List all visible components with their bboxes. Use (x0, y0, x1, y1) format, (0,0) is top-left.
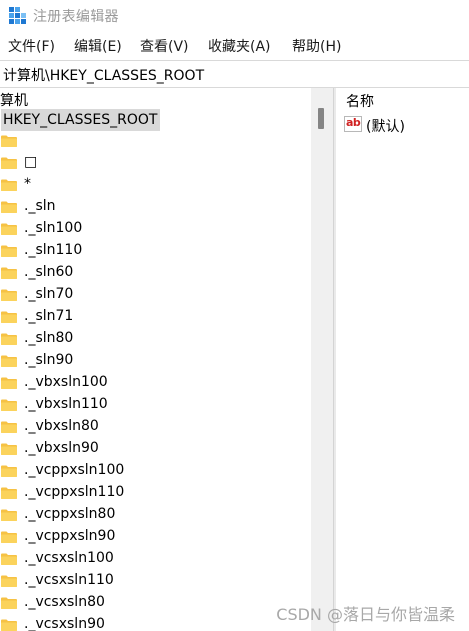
tree-item-label: ._sln71 (24, 308, 74, 324)
value-row[interactable]: ab (默认) (344, 115, 464, 135)
tree-item-label: ._sln (24, 198, 56, 214)
folder-icon (1, 179, 17, 191)
tree-item[interactable]: * (0, 175, 311, 195)
folder-icon (1, 487, 17, 499)
tree-item[interactable]: ._vcsxsln110 (0, 571, 311, 591)
folder-icon (1, 575, 17, 587)
folder-icon (1, 421, 17, 433)
folder-icon (1, 223, 17, 235)
folder-icon (1, 355, 17, 367)
tree-item[interactable]: ._vbxsln100 (0, 373, 311, 393)
folder-icon (1, 245, 17, 257)
tree-item[interactable]: ._vcppxsln100 (0, 461, 311, 481)
folder-icon (1, 553, 17, 565)
value-name: (默认) (366, 119, 405, 135)
folder-icon (1, 377, 17, 389)
tree-item[interactable]: ._vbxsln80 (0, 417, 311, 437)
tree-item[interactable]: ._sln60 (0, 263, 311, 283)
tree-item-label: ._vcsxsln110 (24, 572, 114, 588)
folder-icon (1, 443, 17, 455)
column-header-name[interactable]: 名称 (346, 91, 374, 111)
tree-item-label: ._vcppxsln90 (24, 528, 116, 544)
registry-editor-icon (9, 7, 26, 24)
tree-item-label: * (24, 176, 31, 192)
tree-item-label: ._vcsxsln80 (24, 594, 105, 610)
tree-item-label: ._sln90 (24, 352, 74, 368)
tree-item[interactable]: ._vcsxsln90 (0, 615, 311, 631)
folder-icon (1, 135, 17, 147)
menu-file[interactable]: 文件(F) (8, 36, 55, 56)
tree-item-label: ._sln80 (24, 330, 74, 346)
tree-item[interactable]: ._sln100 (0, 219, 311, 239)
tree-item-hkey-classes-root[interactable]: HKEY_CLASSES_ROOT (1, 109, 161, 131)
tree-item[interactable]: ._vcppxsln90 (0, 527, 311, 547)
folder-icon (1, 289, 17, 301)
folder-icon (1, 157, 17, 169)
tree-item-label: ._sln100 (24, 220, 83, 236)
folder-icon (1, 311, 17, 323)
tree-item-label: ._vcsxsln90 (24, 616, 105, 631)
key-tree[interactable]: 算机 HKEY_CLASSES_ROOT □ * ._sln ._sln100 ._sl… (0, 88, 311, 631)
string-value-icon-text: ab (346, 116, 361, 129)
menu-help[interactable]: 帮助(H) (292, 36, 341, 56)
string-value-icon: ab (344, 116, 362, 132)
tree-item[interactable] (0, 131, 311, 151)
folder-icon (1, 619, 17, 631)
folder-icon (1, 333, 17, 345)
tree-item[interactable]: ._vcppxsln110 (0, 483, 311, 503)
address-path[interactable]: 计算机\HKEY_CLASSES_ROOT (3, 65, 204, 85)
tree-item[interactable]: ._sln71 (0, 307, 311, 327)
tree-item[interactable]: □ (0, 153, 311, 173)
tree-item-label: ._vcppxsln80 (24, 506, 116, 522)
menu-bar: 文件(F) 编辑(E) 查看(V) 收藏夹(A) 帮助(H) (0, 36, 469, 58)
tree-item-label: ._vbxsln110 (24, 396, 108, 412)
folder-icon (1, 597, 17, 609)
tree-item-label: ._vcsxsln100 (24, 550, 114, 566)
tree-item-label: ._sln60 (24, 264, 74, 280)
folder-icon (1, 267, 17, 279)
tree-scrollbar[interactable] (311, 88, 333, 631)
title-bar: 注册表编辑器 (0, 0, 469, 32)
tree-item[interactable]: ._vbxsln110 (0, 395, 311, 415)
values-list[interactable]: 名称 ab (默认) (336, 88, 469, 631)
tree-item-label: ._vbxsln100 (24, 374, 108, 390)
tree-item[interactable]: ._sln (0, 197, 311, 217)
watermark: CSDN @落日与你皆温柔 (276, 605, 455, 624)
folder-icon (1, 465, 17, 477)
folder-icon (1, 399, 17, 411)
tree-item-label: □ (24, 154, 38, 170)
menu-view[interactable]: 查看(V) (140, 36, 189, 56)
folder-icon (1, 531, 17, 543)
folder-icon (1, 201, 17, 213)
tree-item[interactable]: ._vcsxsln100 (0, 549, 311, 569)
tree-item[interactable]: ._vbxsln90 (0, 439, 311, 459)
tree-root-computer[interactable]: 算机 (0, 90, 28, 110)
tree-item[interactable]: ._sln110 (0, 241, 311, 261)
tree-item-label: ._vcppxsln110 (24, 484, 125, 500)
tree-item-label: ._sln70 (24, 286, 74, 302)
tree-item[interactable]: ._vcppxsln80 (0, 505, 311, 525)
tree-item[interactable]: ._sln90 (0, 351, 311, 371)
tree-item[interactable]: ._sln70 (0, 285, 311, 305)
tree-item-label: ._vcppxsln100 (24, 462, 125, 478)
tree-item-label: ._sln110 (24, 242, 83, 258)
tree-item-label: ._vbxsln80 (24, 418, 99, 434)
address-bar[interactable]: 计算机\HKEY_CLASSES_ROOT (0, 60, 469, 88)
window-title: 注册表编辑器 (33, 9, 119, 25)
tree-item[interactable]: ._sln80 (0, 329, 311, 349)
menu-favorites[interactable]: 收藏夹(A) (208, 36, 271, 56)
scrollbar-thumb[interactable] (318, 108, 324, 129)
folder-icon (1, 509, 17, 521)
menu-edit[interactable]: 编辑(E) (74, 36, 122, 56)
tree-item[interactable]: ._vcsxsln80 (0, 593, 311, 613)
tree-item-label: ._vbxsln90 (24, 440, 99, 456)
